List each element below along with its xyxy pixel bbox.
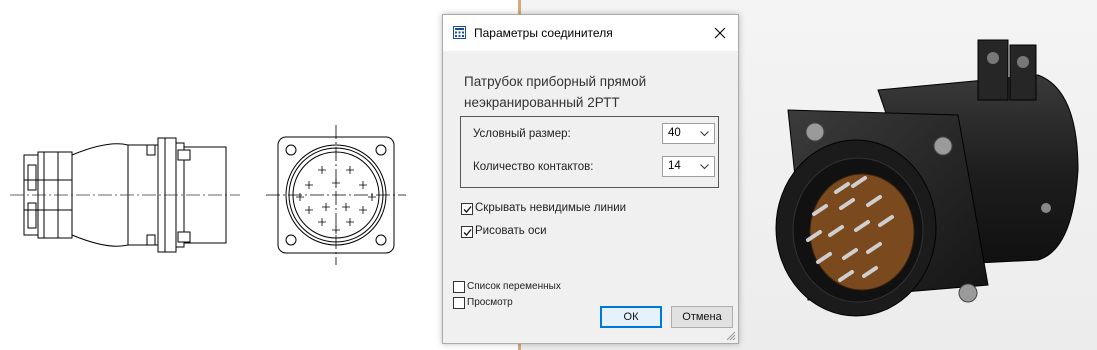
hide-lines-checkbox[interactable]	[461, 203, 473, 215]
cancel-button[interactable]: Отмена	[671, 306, 733, 328]
heading-line-2: неэкранированный 2РТТ	[464, 95, 620, 110]
connector-parameters-dialog: Параметры соединителя Патрубок приборный…	[442, 14, 739, 344]
draw-axes-label: Рисовать оси	[475, 225, 547, 237]
variables-list-label: Список переменных	[467, 281, 561, 292]
preview-checkbox[interactable]	[453, 297, 465, 309]
connector-type-heading: Патрубок приборный прямой неэкранированн…	[464, 71, 724, 113]
draw-axes-checkbox[interactable]	[461, 226, 473, 238]
size-select[interactable]: 40	[662, 123, 715, 144]
contacts-value: 14	[668, 160, 681, 172]
calculator-icon	[453, 26, 466, 39]
contacts-label: Количество контактов:	[473, 161, 594, 173]
dialog-title: Параметры соединителя	[474, 26, 613, 40]
contacts-select[interactable]: 14	[662, 156, 715, 177]
size-label: Условный размер:	[473, 128, 571, 140]
connector-front-view	[266, 125, 406, 265]
size-value: 40	[668, 127, 681, 139]
preview-label: Просмотр	[467, 297, 513, 308]
close-icon	[714, 27, 726, 39]
drawing-area	[0, 0, 445, 350]
hide-lines-label: Скрывать невидимые линии	[475, 202, 627, 214]
resize-grip-icon[interactable]	[726, 331, 736, 341]
chevron-down-icon	[700, 164, 709, 170]
checkmark-icon	[463, 206, 472, 213]
chevron-down-icon	[700, 131, 709, 137]
heading-line-1: Патрубок приборный прямой	[464, 74, 647, 89]
variables-list-checkbox[interactable]	[453, 281, 465, 293]
ok-button[interactable]: ОК	[600, 306, 662, 328]
dialog-titlebar[interactable]: Параметры соединителя	[443, 15, 738, 51]
close-button[interactable]	[706, 21, 734, 45]
checkmark-icon	[463, 229, 472, 236]
